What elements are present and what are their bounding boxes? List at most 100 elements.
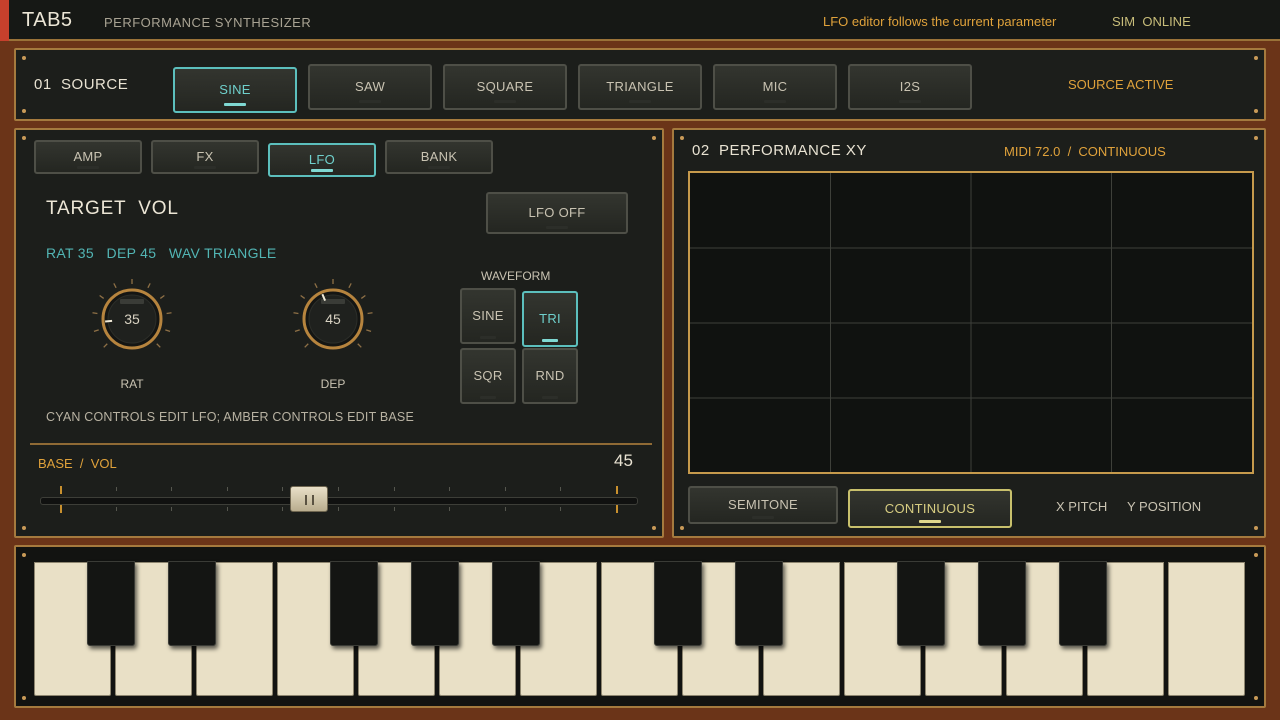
black-key[interactable]: [168, 561, 216, 646]
knob-tick: [165, 329, 171, 332]
indicator: [899, 100, 921, 103]
selected-indicator: [311, 169, 333, 172]
black-key[interactable]: [330, 561, 378, 646]
slider-tick: [60, 505, 62, 513]
knob-tick: [147, 283, 151, 289]
screw-icon: [1254, 136, 1258, 140]
source-button-square[interactable]: SQUARE: [443, 64, 567, 110]
source-button-label: SQUARE: [476, 78, 534, 94]
knob-tick: [294, 329, 300, 332]
tab-amp[interactable]: AMP: [34, 140, 142, 174]
black-key[interactable]: [411, 561, 459, 646]
tab-label: AMP: [73, 148, 103, 164]
mode-label: SEMITONE: [727, 496, 799, 512]
knob-tick: [293, 312, 299, 315]
screw-icon: [1254, 109, 1258, 113]
knob-tick: [166, 312, 172, 315]
knob-tick: [92, 312, 98, 315]
xy-grid: [690, 173, 1252, 472]
white-key[interactable]: [1168, 562, 1245, 696]
lfo-toggle-label: LFO OFF: [528, 204, 586, 220]
tab-fx[interactable]: FX: [151, 140, 259, 174]
screw-icon: [22, 56, 26, 60]
slider-tick: [504, 507, 506, 511]
source-button-sine[interactable]: SINE: [173, 67, 297, 113]
depth-knob[interactable]: 45: [287, 273, 379, 365]
slider-tick: [449, 487, 451, 491]
xy-pad[interactable]: [688, 171, 1254, 474]
rate-knob[interactable]: 35: [86, 273, 178, 365]
waveform-label: RND: [535, 367, 565, 383]
lfo-toggle-button[interactable]: LFO OFF: [486, 192, 628, 234]
piano-keyboard: [16, 547, 1264, 706]
indicator: [480, 396, 496, 399]
slider-tick: [616, 486, 618, 494]
tab-bank[interactable]: BANK: [385, 140, 493, 174]
indicator: [546, 226, 568, 229]
black-key[interactable]: [978, 561, 1026, 646]
screw-icon: [680, 526, 684, 530]
source-button-i2s[interactable]: I2S: [848, 64, 972, 110]
mode-button-semitone[interactable]: SEMITONE: [688, 486, 838, 524]
depth-knob-label: DEP: [320, 377, 346, 391]
waveform-label: TRI: [539, 310, 561, 326]
base-slider-track[interactable]: [40, 497, 638, 505]
app-title: TAB5: [22, 9, 73, 31]
slider-tick: [504, 487, 506, 491]
indicator: [480, 336, 496, 339]
brand-accent-bar: [0, 0, 9, 41]
rate-knob-label: RAT: [120, 377, 144, 391]
base-slider-thumb[interactable]: [290, 486, 328, 512]
tab-label: BANK: [420, 148, 458, 164]
waveform-button-sqr[interactable]: SQR: [460, 348, 516, 404]
xy-panel: 02 PERFORMANCE XY MIDI 72.0 / CONTINUOUS…: [672, 128, 1266, 538]
knob-tick: [366, 329, 372, 332]
source-button-triangle[interactable]: TRIANGLE: [578, 64, 702, 110]
indicator: [494, 100, 516, 103]
knob-value: 35: [124, 311, 140, 327]
black-key[interactable]: [492, 561, 540, 646]
waveform-button-tri[interactable]: TRI: [522, 291, 578, 347]
mode-button-continuous[interactable]: CONTINUOUS: [848, 489, 1012, 528]
black-key[interactable]: [1059, 561, 1107, 646]
base-label: BASE / VOL: [38, 456, 117, 471]
top-bar: TAB5 PERFORMANCE SYNTHESIZER LFO editor …: [0, 0, 1280, 41]
editor-hint: LFO editor follows the current parameter: [823, 14, 1057, 29]
indicator: [77, 166, 99, 169]
indicator: [542, 396, 558, 399]
knob-tick: [113, 283, 117, 289]
screw-icon: [1254, 56, 1258, 60]
waveform-label: SINE: [472, 307, 504, 323]
knob-tick: [304, 343, 309, 348]
black-key[interactable]: [735, 561, 783, 646]
divider: [30, 443, 652, 445]
knob-tick: [300, 294, 306, 299]
black-key[interactable]: [654, 561, 702, 646]
screw-icon: [22, 136, 26, 140]
waveform-button-rnd[interactable]: RND: [522, 348, 578, 404]
keyboard-panel: [14, 545, 1266, 708]
source-title: 01 SOURCE: [34, 76, 129, 93]
knob-tick: [99, 294, 105, 299]
slider-tick: [115, 487, 117, 491]
source-button-mic[interactable]: MIC: [713, 64, 837, 110]
slider-tick: [338, 487, 339, 491]
indicator: [752, 516, 774, 519]
black-key[interactable]: [897, 561, 945, 646]
screw-icon: [652, 526, 656, 530]
slider-tick: [338, 507, 339, 511]
slider-tick: [115, 507, 117, 511]
tab-label: LFO: [308, 151, 336, 167]
black-key[interactable]: [87, 561, 135, 646]
source-button-saw[interactable]: SAW: [308, 64, 432, 110]
source-button-label: MIC: [762, 78, 788, 94]
slider-tick: [449, 507, 451, 511]
knob-tick: [357, 343, 362, 348]
app-subtitle: PERFORMANCE SYNTHESIZER: [104, 15, 312, 30]
midi-status: MIDI 72.0 / CONTINUOUS: [1004, 144, 1166, 159]
waveform-button-sine[interactable]: SINE: [460, 288, 516, 344]
tab-label: FX: [196, 148, 214, 164]
tab-lfo[interactable]: LFO: [268, 143, 376, 177]
slider-tick: [171, 507, 173, 511]
knob-pointer: [105, 319, 113, 323]
